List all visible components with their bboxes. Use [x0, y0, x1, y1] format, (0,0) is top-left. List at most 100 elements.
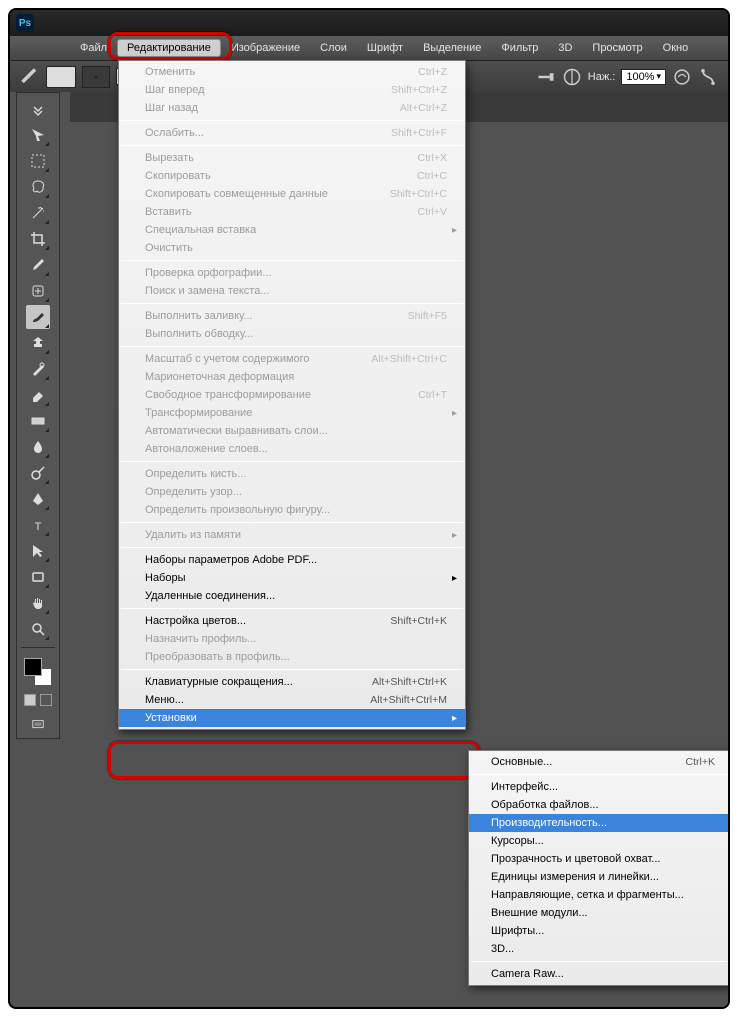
submenu-item[interactable]: Прозрачность и цветовой охват...	[469, 850, 729, 868]
quickmask-toggle[interactable]	[24, 694, 52, 706]
pen-tool[interactable]	[26, 487, 50, 511]
submenu-item-label: Прозрачность и цветовой охват...	[491, 853, 715, 865]
submenu-item-shortcut: Ctrl+K	[686, 756, 715, 768]
submenu-item[interactable]: Основные... Ctrl+K	[469, 753, 729, 771]
menu-item[interactable]: Установки▸	[119, 709, 465, 727]
eraser-tool[interactable]	[26, 383, 50, 407]
menu-item[interactable]: Настройка цветов...Shift+Ctrl+K	[119, 612, 465, 630]
menubar-item-фильтр[interactable]: Фильтр	[491, 39, 548, 57]
menu-item: Специальная вставка▸	[119, 221, 465, 239]
dodge-tool[interactable]	[26, 461, 50, 485]
submenu-item[interactable]: Единицы измерения и линейки...	[469, 868, 729, 886]
menu-item[interactable]: Меню...Alt+Shift+Ctrl+M	[119, 691, 465, 709]
brush-tool[interactable]	[26, 305, 50, 329]
marquee-tool[interactable]	[26, 149, 50, 173]
submenu-item[interactable]: Шрифты...	[469, 922, 729, 940]
magic-wand-tool[interactable]	[26, 201, 50, 225]
window-titlebar: Ps	[10, 10, 728, 36]
menu-item-label: Настройка цветов...	[145, 615, 370, 627]
menu-item-label: Шаг вперед	[145, 84, 371, 96]
submenu-item[interactable]: Внешние модули...	[469, 904, 729, 922]
eyedropper-tool[interactable]	[26, 253, 50, 277]
menubar-item-3d[interactable]: 3D	[548, 39, 582, 57]
menubar: ФайлРедактированиеИзображениеСлоиШрифтВы…	[10, 36, 728, 60]
crop-tool[interactable]	[26, 227, 50, 251]
tool-preset-icon[interactable]	[20, 67, 40, 87]
menubar-item-редактирование[interactable]: Редактирование	[117, 39, 221, 57]
submenu-item-label: Производительность...	[491, 817, 715, 829]
menu-separator	[471, 774, 727, 775]
menubar-item-слои[interactable]: Слои	[310, 39, 357, 57]
clone-stamp-tool[interactable]	[26, 331, 50, 355]
hand-tool[interactable]	[26, 591, 50, 615]
submenu-item[interactable]: Обработка файлов...	[469, 796, 729, 814]
submenu-item[interactable]: Направляющие, сетка и фрагменты...	[469, 886, 729, 904]
submenu-item[interactable]: Производительность...	[469, 814, 729, 832]
menu-item-shortcut: Shift+Ctrl+C	[390, 188, 447, 200]
menu-item[interactable]: Наборы параметров Adobe PDF...	[119, 551, 465, 569]
menu-separator	[121, 346, 463, 347]
opacity-value: 100%	[626, 71, 654, 83]
screen-mode-icon[interactable]	[26, 716, 50, 734]
menubar-item-просмотр[interactable]: Просмотр	[582, 39, 652, 57]
menu-item-label: Отменить	[145, 66, 398, 78]
menu-item: Очистить	[119, 239, 465, 257]
menu-item: Определить произвольную фигуру...	[119, 501, 465, 519]
menu-item-shortcut: Shift+Ctrl+Z	[391, 84, 447, 96]
airbrush-icon[interactable]	[536, 67, 556, 87]
tablet-pressure-size-icon[interactable]	[672, 67, 692, 87]
menu-separator	[471, 961, 727, 962]
history-brush-tool[interactable]	[26, 357, 50, 381]
submenu-item-label: Основные...	[491, 756, 670, 768]
foreground-color[interactable]	[24, 658, 42, 676]
toolbox: T	[16, 92, 60, 739]
brush-preset-picker[interactable]	[46, 66, 76, 88]
menu-item[interactable]: Удаленные соединения...	[119, 587, 465, 605]
type-tool[interactable]: T	[26, 513, 50, 537]
menu-item[interactable]: Клавиатурные сокращения...Alt+Shift+Ctrl…	[119, 673, 465, 691]
brush-preview[interactable]	[82, 66, 110, 88]
menu-item: Марионеточная деформация	[119, 368, 465, 386]
menu-item-label: Автоналожение слоев...	[145, 443, 447, 455]
healing-brush-tool[interactable]	[26, 279, 50, 303]
lasso-tool[interactable]	[26, 175, 50, 199]
submenu-item[interactable]: 3D...	[469, 940, 729, 958]
path-selection-tool[interactable]	[26, 539, 50, 563]
color-swatches[interactable]	[24, 658, 52, 686]
opacity-field[interactable]: 100% ▾	[621, 69, 666, 85]
menu-item-label: Поиск и замена текста...	[145, 285, 447, 297]
submenu-arrow-icon: ▸	[452, 713, 457, 724]
menu-item-label: Преобразовать в профиль...	[145, 651, 447, 663]
menu-item[interactable]: Наборы▸	[119, 569, 465, 587]
symmetry-icon[interactable]	[698, 67, 718, 87]
gradient-tool[interactable]	[26, 409, 50, 433]
menu-item-label: Специальная вставка	[145, 224, 447, 236]
menu-item-shortcut: Alt+Ctrl+Z	[400, 102, 447, 114]
menubar-item-выделение[interactable]: Выделение	[413, 39, 491, 57]
submenu-item-label: Направляющие, сетка и фрагменты...	[491, 889, 715, 901]
menubar-item-файл[interactable]: Файл	[70, 39, 117, 57]
menu-item-label: Очистить	[145, 242, 447, 254]
blur-tool[interactable]	[26, 435, 50, 459]
menubar-item-окно[interactable]: Окно	[653, 39, 699, 57]
menu-item: Трансформирование▸	[119, 404, 465, 422]
menubar-item-шрифт[interactable]: Шрифт	[357, 39, 413, 57]
submenu-item[interactable]: Интерфейс...	[469, 778, 729, 796]
menu-item-label: Автоматически выравнивать слои...	[145, 425, 447, 437]
submenu-item[interactable]: Курсоры...	[469, 832, 729, 850]
submenu-item[interactable]: Camera Raw...	[469, 965, 729, 983]
move-tool[interactable]	[26, 123, 50, 147]
toolbox-collapse-icon[interactable]	[26, 97, 50, 121]
menu-item: Поиск и замена текста...	[119, 282, 465, 300]
tablet-pressure-opacity-icon[interactable]	[562, 67, 582, 87]
menu-item-label: Масштаб с учетом содержимого	[145, 353, 351, 365]
menu-item-label: Ослабить...	[145, 127, 371, 139]
menu-separator	[121, 669, 463, 670]
zoom-tool[interactable]	[26, 617, 50, 641]
edit-menu-dropdown: ОтменитьCtrl+ZШаг впередShift+Ctrl+ZШаг …	[118, 60, 466, 730]
menubar-item-изображение[interactable]: Изображение	[221, 39, 310, 57]
menu-item: Выполнить заливку...Shift+F5	[119, 307, 465, 325]
menu-item-label: Скопировать совмещенные данные	[145, 188, 370, 200]
menu-item-shortcut: Ctrl+X	[418, 152, 447, 164]
rectangle-tool[interactable]	[26, 565, 50, 589]
